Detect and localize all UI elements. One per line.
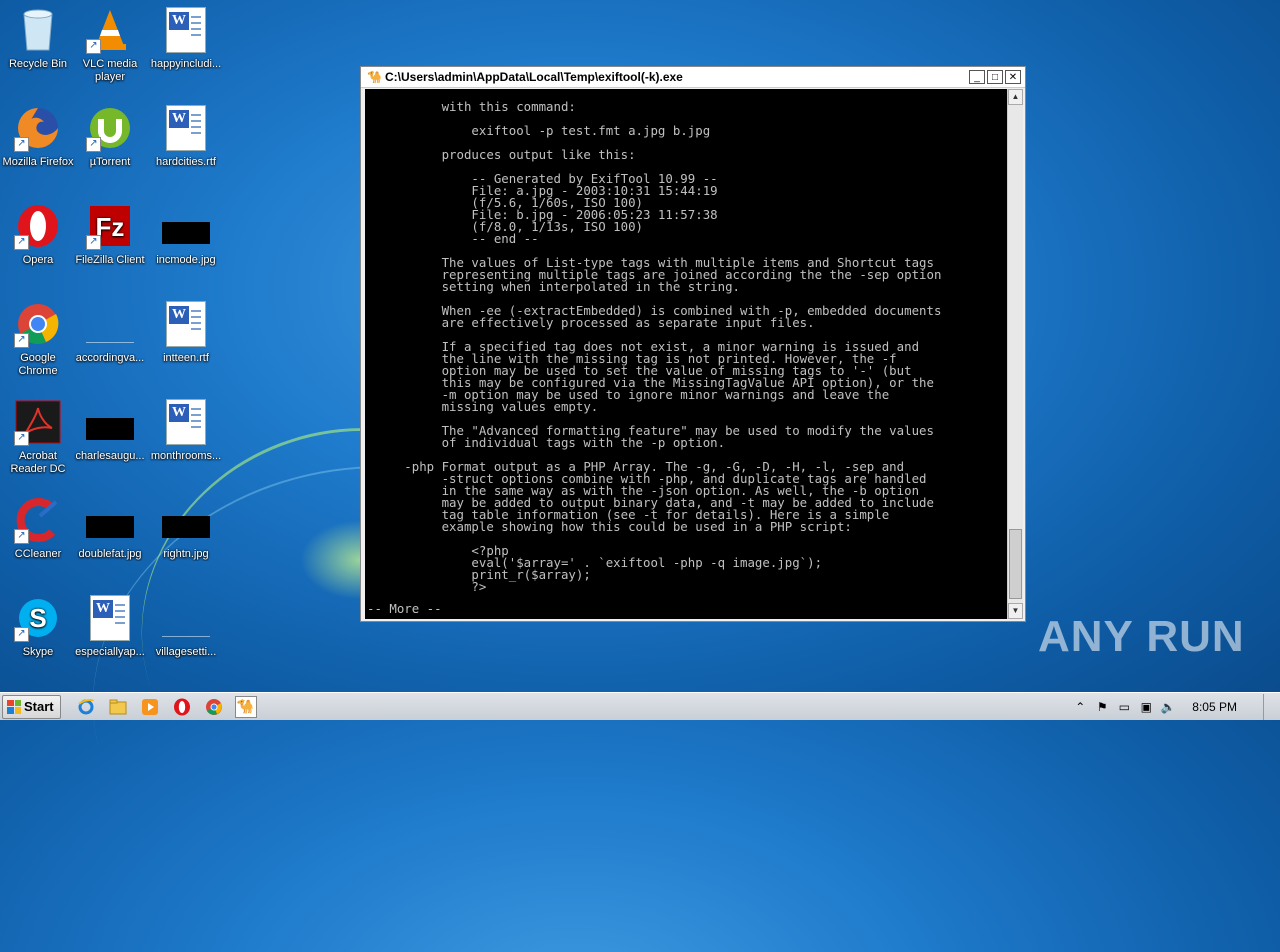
opera-icon: ↗ (14, 202, 62, 250)
console-output[interactable]: with this command: exiftool -p test.fmt … (365, 89, 1007, 619)
windows-logo-icon (7, 699, 21, 714)
word-document-icon: W (162, 398, 210, 446)
exiftool-taskbar-icon[interactable]: 🐪 (234, 695, 257, 718)
start-label: Start (24, 699, 54, 714)
desktop-icon-label: charlesaugu... (75, 450, 145, 462)
window-titlebar[interactable]: 🐪 C:\Users\admin\AppData\Local\Temp\exif… (361, 67, 1025, 88)
console-window[interactable]: 🐪 C:\Users\admin\AppData\Local\Temp\exif… (360, 66, 1026, 622)
desktop-icon-rightn[interactable]: rightn.jpg (148, 496, 224, 561)
internet-explorer-icon[interactable] (75, 696, 97, 718)
word-document-icon: W (162, 300, 210, 348)
filezilla-icon: Fz ↗ (86, 202, 134, 250)
desktop-icon-filezilla[interactable]: Fz ↗ FileZilla Client (72, 202, 148, 267)
desktop-icon-label: µTorrent (89, 156, 131, 168)
desktop-icon-happyincludi[interactable]: W happyincludi... (148, 6, 224, 71)
desktop-icon-firefox[interactable]: ↗ Mozilla Firefox (0, 104, 76, 169)
desktop-icon-label: Skype (22, 646, 54, 658)
desktop-icon-monthrooms[interactable]: W monthrooms... (148, 398, 224, 463)
recycle-bin-icon (14, 6, 62, 54)
watermark-logo: ANY RUN (1038, 612, 1245, 661)
ccleaner-icon: ↗ (14, 496, 62, 544)
action-center-flag-icon[interactable]: ⚑ (1094, 699, 1110, 715)
desktop-icon-label: happyincludi... (150, 58, 222, 70)
anyrun-watermark: ANY RUN (1038, 612, 1245, 662)
opera-icon[interactable] (171, 696, 193, 718)
desktop-icon-label: Google Chrome (18, 352, 58, 377)
desktop-icon-label: intteen.rtf (163, 352, 209, 364)
word-document-icon: W (162, 104, 210, 152)
desktop-icon-incmode[interactable]: incmode.jpg (148, 202, 224, 267)
desktop-icon-label: incmode.jpg (156, 254, 216, 266)
minimize-button[interactable]: _ (969, 70, 985, 84)
show-hidden-icons-icon[interactable]: ⌃ (1072, 699, 1088, 715)
image-file-icon (162, 202, 210, 250)
system-tray: ⌃ ⚑ ▭ ▣ 🔈 8:05 PM (1072, 693, 1274, 720)
media-player-icon[interactable] (139, 696, 161, 718)
desktop-icon-label: accordingva... (75, 352, 145, 364)
desktop-icon-accordingva[interactable]: accordingva... (72, 300, 148, 365)
scrollbar-thumb[interactable] (1009, 529, 1022, 599)
image-file-icon (162, 496, 210, 544)
image-file-icon (86, 496, 134, 544)
scroll-down-arrow-icon[interactable]: ▼ (1008, 603, 1023, 619)
svg-text:S: S (29, 603, 46, 633)
firefox-icon: ↗ (14, 104, 62, 152)
desktop-icon-especiallyap[interactable]: W especiallyap... (72, 594, 148, 659)
volume-icon[interactable]: 🔈 (1160, 699, 1176, 715)
desktop-icon-opera[interactable]: ↗ Opera (0, 202, 76, 267)
desktop-icon-label: rightn.jpg (163, 548, 209, 560)
chrome-icon: ↗ (14, 300, 62, 348)
desktop-icon-label: Recycle Bin (8, 58, 68, 70)
word-document-icon: W (162, 6, 210, 54)
vertical-scrollbar[interactable]: ▲ ▼ (1007, 89, 1023, 619)
file-explorer-icon[interactable] (107, 696, 129, 718)
clock[interactable]: 8:05 PM (1192, 700, 1237, 714)
desktop-icon-hardcities[interactable]: W hardcities.rtf (148, 104, 224, 169)
desktop-icon-label: Opera (22, 254, 54, 266)
desktop-icon-label: monthrooms... (150, 450, 222, 462)
console-text: with this command: exiftool -p test.fmt … (404, 99, 942, 594)
desktop-icon-charlesaugu[interactable]: charlesaugu... (72, 398, 148, 463)
display-icon[interactable]: ▣ (1138, 699, 1154, 715)
image-file-icon (86, 398, 134, 446)
desktop-icon-utorrent[interactable]: ↗ µTorrent (72, 104, 148, 169)
show-desktop-button[interactable] (1263, 693, 1274, 720)
desktop-icon-ccleaner[interactable]: ↗ CCleaner (0, 496, 76, 561)
desktop-icon-label: Acrobat Reader DC (10, 450, 66, 475)
desktop-icon-vlc[interactable]: ↗ VLC media player (72, 6, 148, 84)
exiftool-icon: 🐪 (367, 70, 382, 84)
window-title: C:\Users\admin\AppData\Local\Temp\exifto… (385, 70, 683, 84)
image-file-icon (162, 594, 210, 642)
vlc-icon: ↗ (86, 6, 134, 54)
more-prompt: -- More -- (367, 601, 442, 616)
acrobat-icon: ↗ (14, 398, 62, 446)
desktop-icon-label: hardcities.rtf (156, 156, 216, 168)
desktop-icon-skype[interactable]: S ↗ Skype (0, 594, 76, 659)
image-file-icon (86, 300, 134, 348)
desktop-icon-label: Mozilla Firefox (2, 156, 74, 168)
utorrent-icon: ↗ (86, 104, 134, 152)
desktop-icon-label: villagesetti... (155, 646, 217, 658)
desktop-icon-acrobat[interactable]: ↗ Acrobat Reader DC (0, 398, 76, 476)
desktop-icon-villagesetti[interactable]: villagesetti... (148, 594, 224, 659)
word-document-icon: W (86, 594, 134, 642)
chrome-icon[interactable] (203, 696, 225, 718)
desktop-icon-label: VLC media player (82, 58, 138, 83)
taskbar: Start 🐪 ⌃ ⚑ ▭ ▣ 🔈 8:05 PM (0, 692, 1280, 720)
desktop-icon-chrome[interactable]: ↗ Google Chrome (0, 300, 76, 378)
desktop-icon-label: especiallyap... (75, 646, 145, 658)
desktop-icon-label: doublefat.jpg (78, 548, 142, 560)
start-button[interactable]: Start (2, 694, 61, 719)
desktop-icon-doublefat[interactable]: doublefat.jpg (72, 496, 148, 561)
desktop-icon-recycle-bin[interactable]: Recycle Bin (0, 6, 76, 71)
skype-icon: S ↗ (14, 594, 62, 642)
network-icon[interactable]: ▭ (1116, 699, 1132, 715)
maximize-button[interactable]: □ (987, 70, 1003, 84)
desktop-icon-intteen[interactable]: W intteen.rtf (148, 300, 224, 365)
close-button[interactable]: ✕ (1005, 70, 1021, 84)
desktop-icon-label: CCleaner (14, 548, 62, 560)
desktop-icon-label: FileZilla Client (75, 254, 145, 266)
scroll-up-arrow-icon[interactable]: ▲ (1008, 89, 1023, 105)
